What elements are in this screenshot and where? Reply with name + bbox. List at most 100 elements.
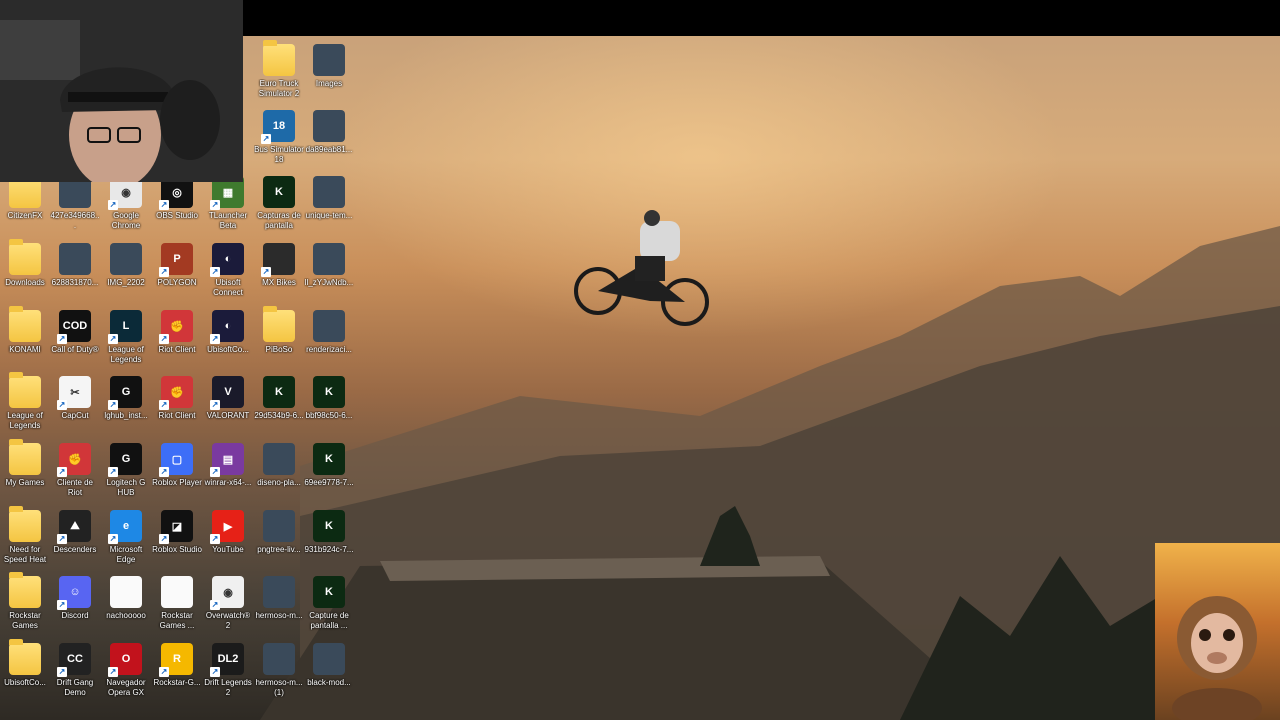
desktop-icon[interactable]: DL2Drift Legends 2 [203,643,253,698]
desktop-icon-label: Discord [61,611,89,620]
desktop-icon[interactable]: K 69ee9778-7... [304,443,354,488]
desktop-icon[interactable]: renderizaci... [304,310,354,355]
desktop-icon[interactable]: ✊Riot Client [152,310,202,355]
desktop-icon-label: lghub_inst... [104,411,148,420]
desktop-icon[interactable]: ⛰Descenders [50,510,100,555]
desktop-icon[interactable]: ◎OBS Studio [152,176,202,221]
desktop-icon[interactable]: ▤winrar-x64-... [203,443,253,488]
desktop-icon[interactable]: LLeague of Legends [101,310,151,365]
image-icon [263,576,295,608]
desktop-icon[interactable]: Downloads [0,239,50,288]
desktop-icon[interactable]: PiBoSo [254,306,304,355]
desktop-icon-label: 427e349668... [50,211,100,230]
desktop-icon[interactable]: Rockstar Games ... [152,576,202,631]
desktop-icon[interactable]: unique-tem... [304,176,354,221]
desktop-icon[interactable]: League of Legends [0,372,50,431]
desktop-icon[interactable]: nachooooo [101,576,151,621]
desktop-icon-label: hermoso-m... (1) [255,678,303,697]
roblox-studio-icon: ◪ [159,510,193,544]
kick-icon: K [263,376,295,408]
desktop-icon[interactable]: Euro Truck Simulator 2 [254,40,304,99]
desktop-icon[interactable]: 18Bus Simulator 18 [254,110,304,165]
ubisoft-icon: ◐ [210,310,244,344]
desktop-icon[interactable]: da89eab81... [304,110,354,155]
desktop-icon[interactable]: 628831870... [50,243,100,288]
desktop-icon[interactable]: hermoso-m... (1) [254,643,304,698]
desktop-icon[interactable]: 427e349668... [50,176,100,231]
youtube-icon: ▶ [210,510,244,544]
desktop-icon-label: VALORANT [206,411,250,420]
desktop-icon[interactable]: MX Bikes [254,243,304,288]
riot-client-icon: ✊ [57,443,91,477]
desktop-icon[interactable]: IMG_2202 [101,243,151,288]
desktop-icon[interactable]: pngtree-liv... [254,510,304,555]
desktop-icon-label: Ubisoft Connect [213,278,243,297]
desktop-icon[interactable]: Images [304,44,354,89]
image-icon [263,510,295,542]
desktop-icon-label: Drift Legends 2 [204,678,252,697]
desktop-icon-label: black-mod... [307,678,351,687]
edge-icon: e [108,510,142,544]
desktop-icon[interactable]: ◐Ubisoft Connect [203,243,253,298]
desktop-icon[interactable]: K Capture de pantalla ... [304,576,354,631]
desktop-icon-label: da89eab81... [305,145,353,154]
image-icon [313,176,345,208]
desktop-icon[interactable]: K 29d534b9-6... [254,376,304,421]
desktop-icon[interactable]: ▶YouTube [203,510,253,555]
desktop-icon[interactable]: ✊Riot Client [152,376,202,421]
folder-icon [9,306,41,342]
desktop-icon[interactable]: PPOLYGON [152,243,202,288]
desktop-icon-label: 628831870... [51,278,99,287]
desktop-icon-label: hermoso-m... [255,611,303,620]
image-icon [263,443,295,475]
desktop-icon[interactable]: VVALORANT [203,376,253,421]
desktop-icon[interactable]: ▦TLauncher Beta [203,176,253,231]
desktop-icon[interactable]: diseno-pla... [254,443,304,488]
folder-icon [263,306,295,342]
mtb-rider [574,210,709,326]
desktop-icon[interactable]: K Capturas de pantalla [254,176,304,231]
desktop-icon[interactable]: ◐UbisoftCo... [203,310,253,355]
desktop-icon[interactable]: ◪Roblox Studio [152,510,202,555]
mx-bikes-icon [261,243,295,277]
desktop-icon[interactable]: hermoso-m... [254,576,304,621]
folder-icon [9,439,41,475]
desktop-icon[interactable]: ✂CapCut [50,376,100,421]
league-of-legends-icon: L [108,310,142,344]
riot-client-icon: ✊ [159,376,193,410]
kick-icon: K [313,376,345,408]
desktop-icon[interactable]: CCDrift Gang Demo [50,643,100,698]
desktop-icon[interactable]: RRockstar-G... [152,643,202,688]
desktop-icon[interactable]: GLogitech G HUB [101,443,151,498]
image-icon [313,243,345,275]
desktop-icon-label: Rockstar Games [9,611,41,630]
folder-icon [9,372,41,408]
desktop-icon[interactable]: eMicrosoft Edge [101,510,151,565]
desktop-icon[interactable]: Glghub_inst... [101,376,151,421]
image-icon [263,643,295,675]
desktop-icon-label: PiBoSo [265,345,293,354]
desktop-icon[interactable]: ONavegador Opera GX [101,643,151,698]
desktop-icon-label: Bus Simulator 18 [254,145,304,164]
desktop-icon[interactable]: ◉Overwatch® 2 [203,576,253,631]
desktop-icon[interactable]: ▢Roblox Player [152,443,202,488]
desktop-icon[interactable]: Kbbf98c50-6... [304,376,354,421]
desktop-icon[interactable]: Rockstar Games [0,572,50,631]
desktop-icon[interactable]: CitizenFX [0,172,50,221]
desktop-icon[interactable]: Need for Speed Heat [0,506,50,565]
desktop-icon[interactable]: CODCall of Duty® [50,310,100,355]
image-icon [59,243,91,275]
desktop-icon[interactable]: K 931b924c-7... [304,510,354,555]
folder-icon [9,639,41,675]
desktop-icon[interactable]: ◉Google Chrome [101,176,151,231]
call-of-duty-icon: COD [57,310,91,344]
desktop-icon[interactable]: UbisoftCo... [0,639,50,688]
desktop-icon-label: unique-tem... [305,211,353,220]
desktop-icon[interactable]: KONAMI [0,306,50,355]
desktop-icon[interactable]: ☺Discord [50,576,100,621]
desktop-icon[interactable]: ll_zYJwNdb... [304,243,354,288]
desktop-icon[interactable]: My Games [0,439,50,488]
desktop-icon[interactable]: black-mod... [304,643,354,688]
desktop-icon[interactable]: ✊Cliente de Riot [50,443,100,498]
desktop-icon-label: YouTube [212,545,244,554]
